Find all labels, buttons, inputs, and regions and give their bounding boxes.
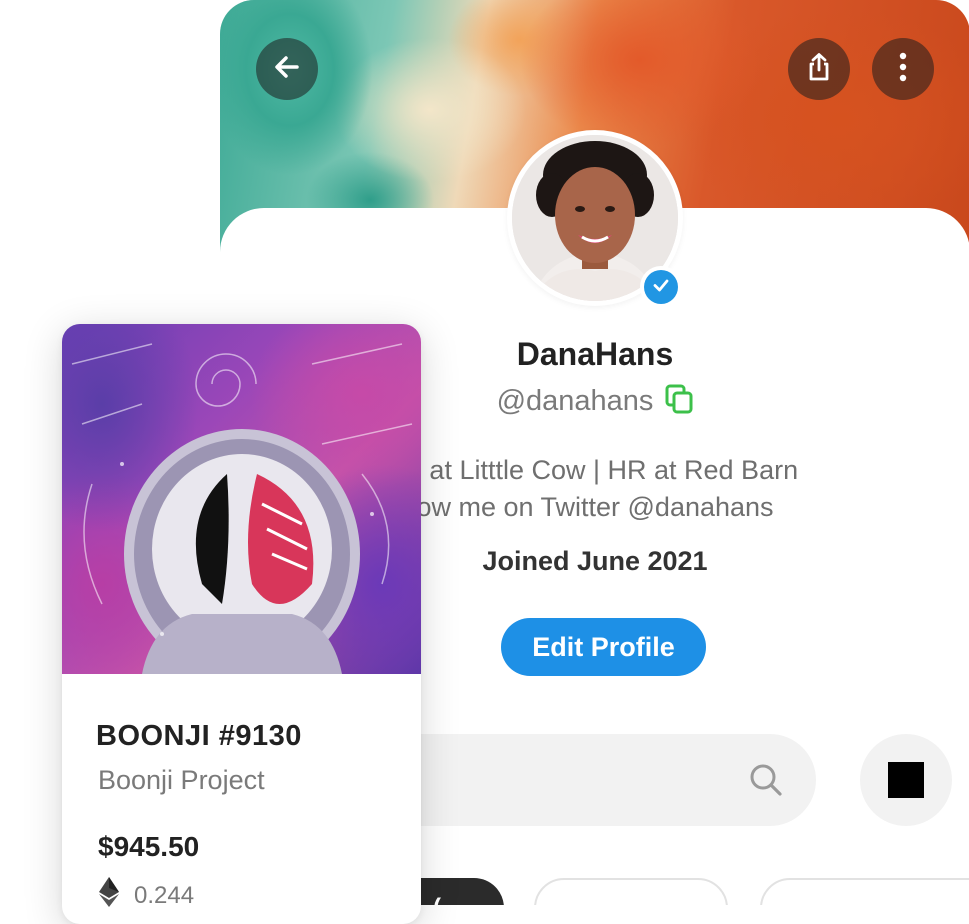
ethereum-icon: [98, 876, 120, 915]
copy-icon[interactable]: [665, 384, 693, 422]
filter-chip-3[interactable]: [760, 878, 969, 905]
verified-badge: [640, 266, 682, 308]
nft-title: BOONJI #9130: [96, 720, 302, 752]
filter-chip-2[interactable]: [534, 878, 728, 905]
share-icon: [804, 52, 834, 87]
checkmark-icon: [652, 276, 670, 299]
search-input[interactable]: [360, 734, 816, 826]
more-options-button[interactable]: [872, 38, 934, 100]
back-button[interactable]: [256, 38, 318, 100]
nft-artwork: [62, 324, 421, 674]
share-button[interactable]: [788, 38, 850, 100]
handle: @danahans: [496, 385, 654, 417]
nft-card[interactable]: BOONJI #9130 Boonji Project $945.50 0.24…: [62, 324, 421, 924]
stop-icon: [888, 762, 924, 798]
filter-chip-label: (: [433, 894, 441, 905]
arrow-left-icon: [272, 52, 302, 87]
edit-profile-button[interactable]: Edit Profile: [501, 618, 706, 676]
stop-button[interactable]: [860, 734, 952, 826]
nft-collection: Boonji Project: [98, 765, 265, 795]
nft-eth-row: 0.244: [98, 876, 194, 915]
nft-price: $945.50: [98, 831, 200, 862]
more-vertical-icon: [897, 51, 909, 88]
nft-eth-amount: 0.244: [134, 881, 195, 909]
search-icon: [748, 762, 784, 803]
